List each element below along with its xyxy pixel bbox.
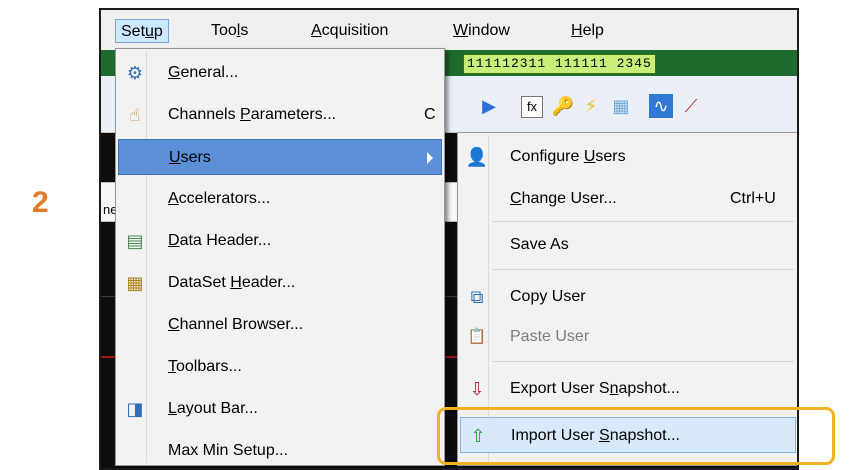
- menu-item-label: Channels Parameters...: [168, 106, 337, 123]
- shortcut-label: C: [424, 106, 436, 123]
- menu-item-channel-browser[interactable]: Channel Browser...: [118, 307, 442, 343]
- menu-item-label: Export User Snapshot...: [510, 380, 680, 397]
- menu-item-channels-parameters[interactable]: ☝ Channels Parameters... C: [118, 97, 442, 133]
- menu-item-paste-user[interactable]: 📋 Paste User: [460, 319, 796, 355]
- setup-menu: ⚙ General... ☝ Channels Parameters... C …: [115, 48, 445, 466]
- menu-item-label: General...: [168, 64, 239, 81]
- menu-item-layout-bar[interactable]: ◨ Layout Bar...: [118, 391, 442, 427]
- menu-bar: Setup Tools Acquisition Window Help: [101, 10, 797, 51]
- menu-item-label: Toolbars...: [168, 358, 242, 375]
- submenu-arrow-icon: [427, 152, 433, 164]
- menu-item-dataset-header[interactable]: ▦ DataSet Header...: [118, 265, 442, 301]
- export-icon: ⇩: [469, 379, 485, 399]
- menu-item-general[interactable]: ⚙ General...: [118, 55, 442, 91]
- panel-icon[interactable]: ▦: [609, 94, 633, 118]
- menu-setup[interactable]: Setup: [115, 19, 169, 43]
- play-icon[interactable]: ▶: [477, 94, 501, 118]
- menu-item-label: DataSet Header...: [168, 274, 296, 291]
- menu-item-label: Paste User: [510, 328, 590, 345]
- menu-separator: [492, 361, 794, 362]
- waveform-icon[interactable]: ∿: [649, 94, 673, 118]
- formula-icon[interactable]: fx: [521, 96, 543, 118]
- menu-separator: [492, 269, 794, 270]
- menu-acquisition[interactable]: Acquisition: [311, 19, 388, 43]
- menu-item-save-as[interactable]: Save As: [460, 227, 796, 263]
- menu-item-export-user-snapshot[interactable]: ⇩ Export User Snapshot...: [460, 371, 796, 407]
- copy-icon: ⧉: [470, 287, 484, 307]
- layout-icon: ◨: [126, 399, 144, 419]
- menu-separator: [492, 221, 794, 222]
- menu-item-label: Layout Bar...: [168, 400, 258, 417]
- shortcut-label: Ctrl+U: [730, 190, 776, 207]
- key-icon[interactable]: 🔑: [551, 94, 575, 118]
- menu-item-configure-users[interactable]: 👤 Configure Users: [460, 139, 796, 175]
- paste-icon: 📋: [467, 328, 487, 345]
- grid-icon: ▦: [126, 273, 144, 293]
- menu-tools[interactable]: Tools: [211, 19, 248, 43]
- chart-icon[interactable]: ⟋: [679, 94, 703, 118]
- table-icon: ▤: [126, 231, 144, 251]
- menu-item-data-header[interactable]: ▤ Data Header...: [118, 223, 442, 259]
- hand-icon: ☝: [129, 105, 141, 125]
- gear-icon: ⚙: [126, 63, 144, 83]
- menu-item-accelerators[interactable]: Accelerators...: [118, 181, 442, 217]
- lightning-icon[interactable]: ⚡: [579, 94, 603, 118]
- menu-item-label: Copy User: [510, 288, 586, 305]
- menu-item-toolbars[interactable]: Toolbars...: [118, 349, 442, 385]
- menu-help[interactable]: Help: [571, 19, 604, 43]
- menu-item-label: Max Min Setup...: [168, 442, 289, 459]
- menu-item-label: Data Header...: [168, 232, 272, 249]
- menu-item-label: Users: [169, 149, 211, 166]
- step-number: 2: [32, 186, 49, 219]
- menu-item-max-min-setup[interactable]: Max Min Setup...: [118, 433, 442, 468]
- menu-item-label: Save As: [510, 236, 569, 253]
- menu-item-change-user[interactable]: Change User... Ctrl+U: [460, 181, 796, 217]
- callout-highlight-box: [437, 407, 835, 465]
- channel-ruler: 111112311 111111 2345: [463, 54, 656, 74]
- menu-item-users[interactable]: Users: [118, 139, 442, 175]
- menu-item-label: Configure Users: [510, 148, 626, 165]
- menu-window[interactable]: Window: [453, 19, 510, 43]
- user-icon: 👤: [465, 147, 489, 167]
- menu-item-label: Accelerators...: [168, 190, 271, 207]
- menu-item-label: Change User...: [510, 190, 617, 207]
- application-window: Setup Tools Acquisition Window Help 1111…: [99, 8, 799, 470]
- menu-item-copy-user[interactable]: ⧉ Copy User: [460, 279, 796, 315]
- menu-item-label: Channel Browser...: [168, 316, 304, 333]
